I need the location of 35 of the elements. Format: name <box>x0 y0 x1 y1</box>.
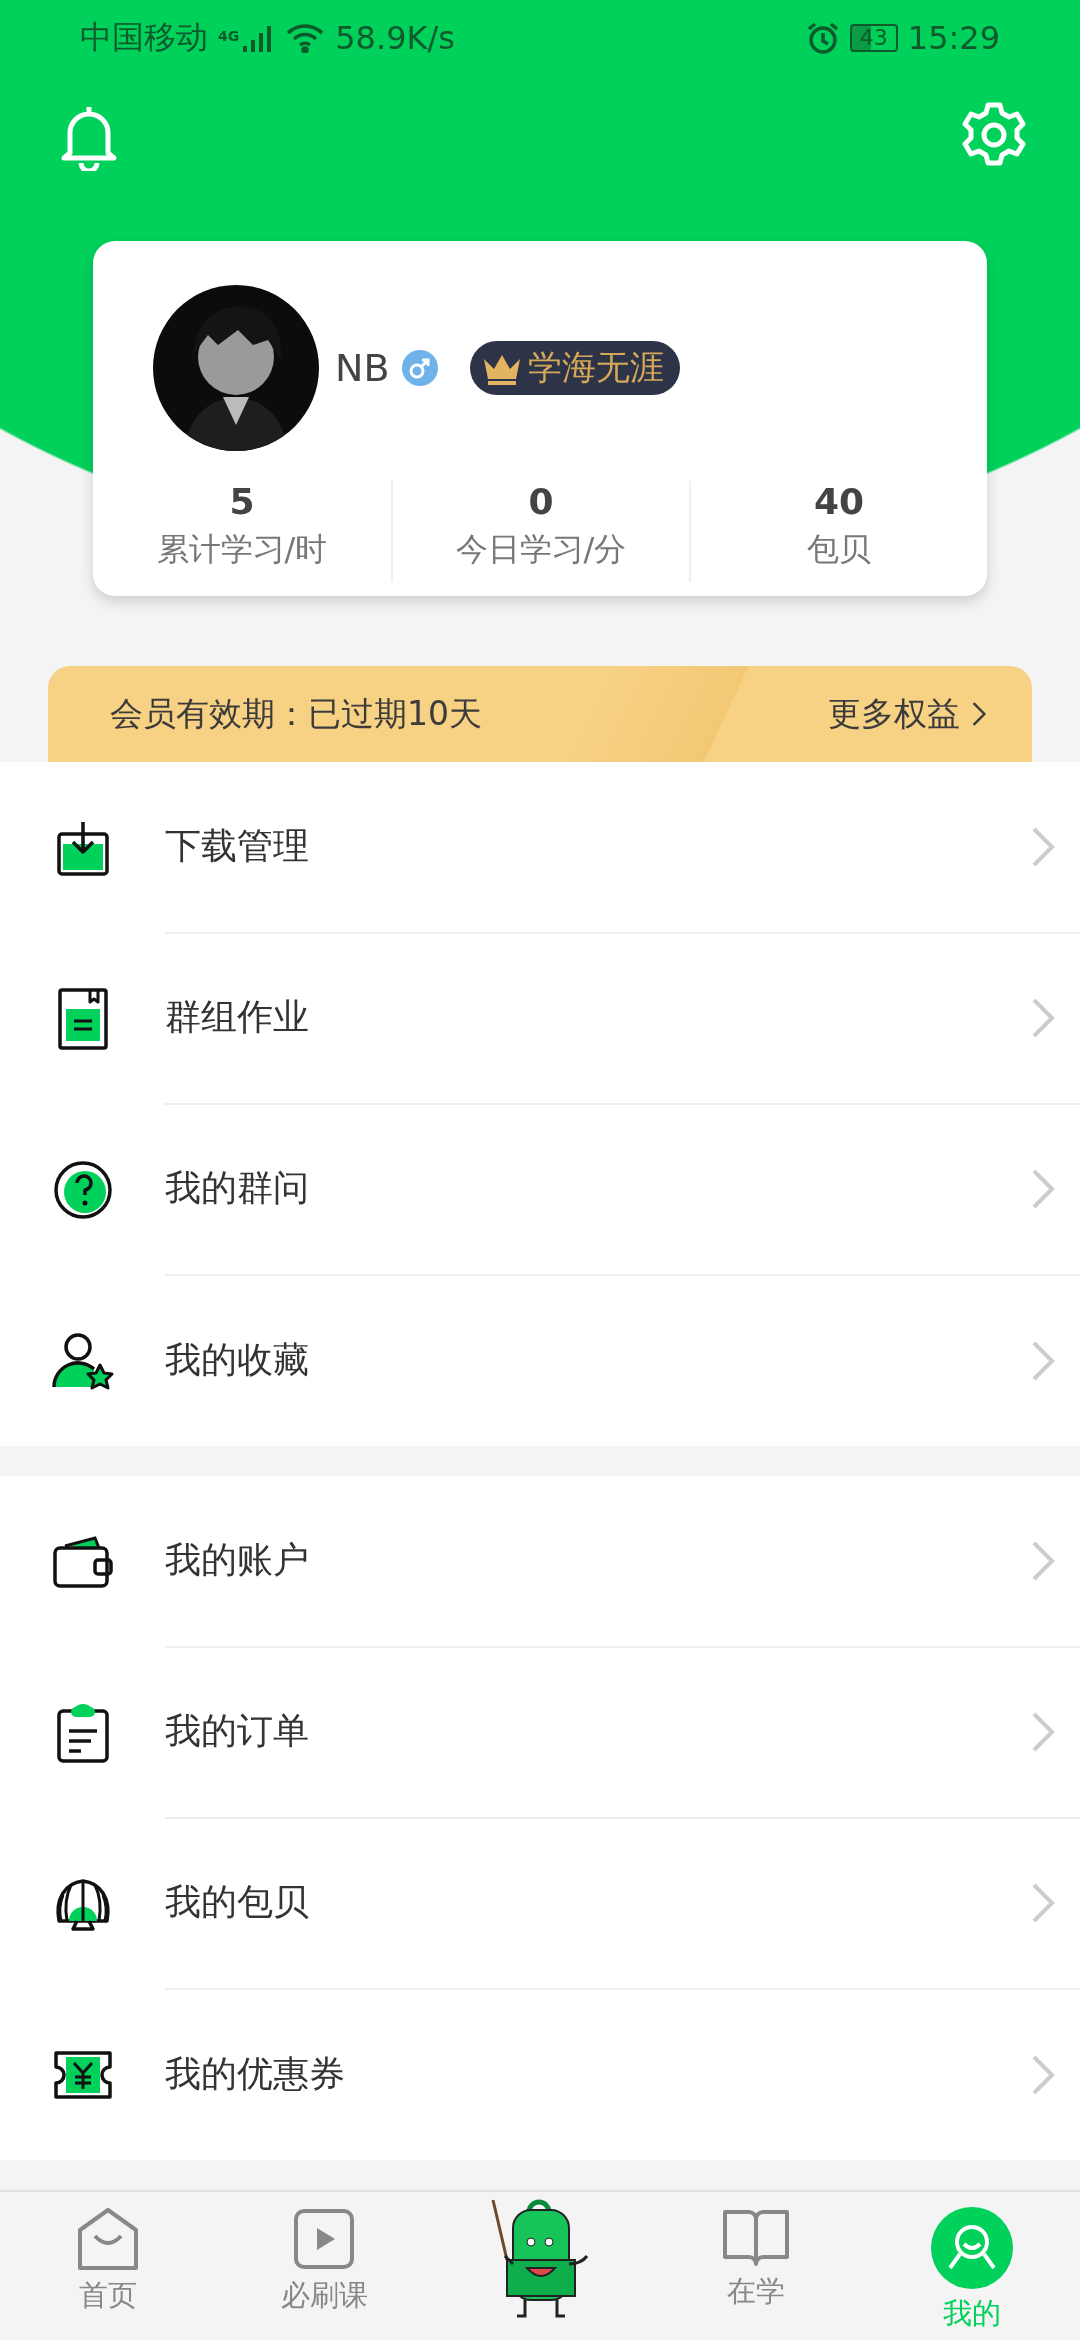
user-star-icon <box>49 1330 116 1391</box>
help-icon <box>51 1158 114 1221</box>
menu-item[interactable]: 我的收藏 <box>0 1275 1080 1446</box>
settings-icon[interactable] <box>960 101 1028 169</box>
stat-label: 今日学习/分 <box>455 529 627 570</box>
chevron-right-icon <box>970 699 988 729</box>
profile-icon <box>930 2206 1014 2290</box>
menu-item[interactable]: 群组作业 <box>0 933 1080 1104</box>
stat-value: 40 <box>813 481 865 522</box>
user-name: NB <box>335 346 390 390</box>
stat-value: 0 <box>528 481 554 522</box>
stat-label: 包贝 <box>807 529 871 570</box>
membership-status: 会员有效期：已过期10天 <box>110 692 482 735</box>
menu-item[interactable]: 下载管理 <box>0 762 1080 933</box>
male-gender-icon <box>401 350 438 386</box>
menu-item[interactable]: 我的优惠券 <box>0 1989 1080 2160</box>
network-speed: 58.9K/s <box>335 18 455 57</box>
more-benefits-link[interactable]: 更多权益 <box>828 691 988 737</box>
stat-label: 累计学习/时 <box>156 529 328 570</box>
play-icon <box>291 2206 357 2272</box>
alarm-icon <box>805 20 840 55</box>
wifi-icon <box>285 22 326 53</box>
wallet-icon <box>50 1533 115 1590</box>
home-icon <box>75 2206 141 2272</box>
menu-item[interactable]: 我的账户 <box>0 1476 1080 1647</box>
menu-item[interactable]: 我的订单 <box>0 1647 1080 1818</box>
battery-level: 43 <box>849 23 898 52</box>
network-type: 4G <box>218 27 240 44</box>
document-icon <box>55 986 110 1051</box>
menu-item[interactable]: 我的群问 <box>0 1104 1080 1275</box>
menu-item[interactable]: 我的包贝 <box>0 1818 1080 1989</box>
stat-value: 5 <box>229 481 255 522</box>
carrier-name: 中国移动 <box>80 16 208 58</box>
clock-time: 15:29 <box>907 18 1000 57</box>
level-badge: 学海无涯 <box>469 341 680 395</box>
